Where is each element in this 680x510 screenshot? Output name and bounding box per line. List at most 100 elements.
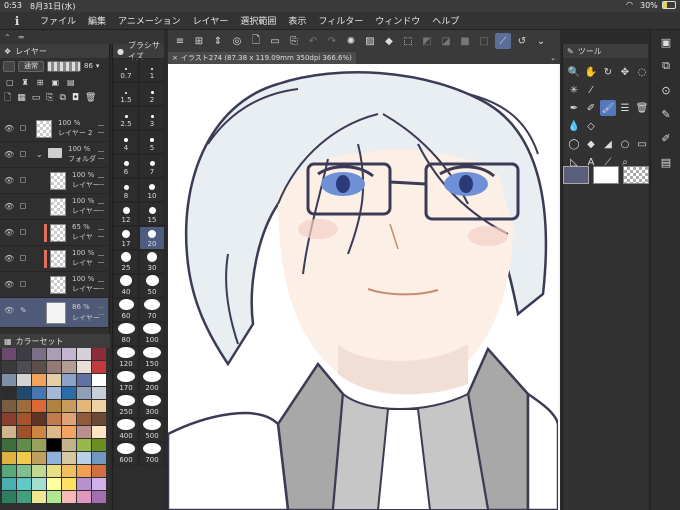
layer-color-box[interactable] bbox=[3, 60, 15, 72]
color-swatch[interactable] bbox=[62, 452, 76, 464]
eyedropper-icon[interactable]: ⁄ bbox=[583, 82, 599, 98]
layer-row[interactable]: 👁 ⌄ 100 % フォルダ bbox=[0, 142, 108, 168]
brush-size-cell[interactable]: 1.5 bbox=[113, 82, 139, 106]
color-swatch[interactable] bbox=[62, 348, 76, 360]
eye-icon[interactable]: 👁 bbox=[4, 228, 14, 237]
camera-icon[interactable]: ◎ bbox=[229, 33, 245, 49]
brush-size-cell[interactable]: 600 bbox=[113, 442, 139, 466]
layer-row[interactable]: 👁 100 % レイヤー bbox=[0, 272, 108, 298]
menu-view[interactable]: 表示 bbox=[282, 14, 312, 27]
brush-size-cell[interactable]: 170 bbox=[113, 370, 139, 394]
color-swatch[interactable] bbox=[47, 478, 61, 490]
color-swatch[interactable] bbox=[77, 374, 91, 386]
color-swatch[interactable] bbox=[32, 452, 46, 464]
select-all-icon[interactable]: ■ bbox=[457, 33, 473, 49]
brush-size-cell[interactable]: 250 bbox=[113, 394, 139, 418]
panel-toggle-icon[interactable]: ▣ bbox=[651, 30, 680, 54]
menu-window[interactable]: ウィンドウ bbox=[369, 14, 426, 27]
layer-property-icon[interactable]: ▤ bbox=[651, 150, 680, 174]
eye-icon[interactable]: 👁 bbox=[4, 150, 14, 159]
redo-icon[interactable]: ↷ bbox=[324, 33, 340, 49]
zoom-icon[interactable]: 🔍 bbox=[566, 64, 582, 80]
brush-size-cell[interactable]: 400 bbox=[113, 418, 139, 442]
color-swatch[interactable] bbox=[77, 400, 91, 412]
close-tab-icon[interactable]: × bbox=[172, 54, 178, 62]
brush-size-cell[interactable]: 60 bbox=[113, 298, 139, 322]
magic-wand-icon[interactable]: ✳ bbox=[566, 82, 582, 98]
tab-menu-chevron-icon[interactable]: ⌄ bbox=[550, 54, 556, 62]
color-swatch[interactable] bbox=[32, 361, 46, 373]
menu-help[interactable]: ヘルプ bbox=[426, 14, 465, 27]
color-swatch[interactable] bbox=[92, 452, 106, 464]
color-swatch[interactable] bbox=[92, 348, 106, 360]
color-swatch[interactable] bbox=[77, 491, 91, 503]
layer-checkbox[interactable] bbox=[20, 229, 26, 235]
color-swatch[interactable] bbox=[17, 491, 31, 503]
color-swatch[interactable] bbox=[17, 400, 31, 412]
color-swatch[interactable] bbox=[77, 439, 91, 451]
layer-checkbox[interactable] bbox=[20, 151, 26, 157]
scroll-icon[interactable]: ⇕ bbox=[210, 33, 226, 49]
menu-layer[interactable]: レイヤー bbox=[187, 14, 235, 27]
brush-size-cell[interactable]: 17 bbox=[113, 226, 139, 250]
color-swatch[interactable] bbox=[32, 374, 46, 386]
color-swatch[interactable] bbox=[77, 348, 91, 360]
new-raster-layer-icon[interactable]: 🗋 bbox=[4, 90, 11, 106]
brush-size-cell[interactable]: 40 bbox=[113, 274, 139, 298]
eye-icon[interactable]: 👁 bbox=[4, 176, 14, 185]
brush-size-cell[interactable]: 150 bbox=[139, 346, 165, 370]
eye-icon[interactable]: 👁 bbox=[4, 202, 14, 211]
drag-handle-icon[interactable] bbox=[98, 281, 104, 289]
property-icon[interactable]: ⧉ bbox=[651, 54, 680, 78]
color-swatch[interactable] bbox=[17, 348, 31, 360]
layer-checkbox[interactable] bbox=[20, 177, 26, 183]
rotate-icon[interactable]: ↻ bbox=[600, 64, 616, 80]
color-swatch[interactable] bbox=[47, 413, 61, 425]
ruler-icon[interactable]: ⟋ bbox=[495, 33, 511, 49]
menu-selection[interactable]: 選択範囲 bbox=[234, 14, 282, 27]
color-swatch[interactable] bbox=[92, 439, 106, 451]
color-swatch[interactable] bbox=[77, 426, 91, 438]
color-swatch[interactable] bbox=[77, 413, 91, 425]
menu-filter[interactable]: フィルター bbox=[312, 14, 369, 27]
deselect-icon[interactable]: ◩ bbox=[419, 33, 435, 49]
color-swatch[interactable] bbox=[62, 374, 76, 386]
color-swatch[interactable] bbox=[77, 387, 91, 399]
merge-layer-icon[interactable]: ⧉ bbox=[59, 93, 65, 103]
color-swatch[interactable] bbox=[17, 478, 31, 490]
clip-icon[interactable]: ▢ bbox=[6, 78, 14, 87]
layer-row[interactable]: 👁 100 % レイヤー 2 bbox=[0, 116, 108, 142]
brush-settings-icon[interactable]: ✐ bbox=[651, 126, 680, 150]
drag-handle-icon[interactable] bbox=[98, 255, 104, 263]
menu-edit[interactable]: 編集 bbox=[82, 14, 112, 27]
layer-mask-icon[interactable]: ◘ bbox=[72, 93, 79, 103]
clear-icon[interactable]: ▨ bbox=[362, 33, 378, 49]
color-swatch[interactable] bbox=[2, 374, 16, 386]
color-swatch[interactable] bbox=[92, 413, 106, 425]
color-swatch[interactable] bbox=[92, 465, 106, 477]
fill-icon[interactable]: ◆ bbox=[381, 33, 397, 49]
color-swatch[interactable] bbox=[2, 413, 16, 425]
color-swatch[interactable] bbox=[17, 413, 31, 425]
color-swatch[interactable] bbox=[32, 400, 46, 412]
drag-handle-icon[interactable] bbox=[98, 203, 104, 211]
blend-mode-select[interactable]: 通常 bbox=[18, 60, 44, 72]
brush-size-cell[interactable]: 3 bbox=[139, 106, 165, 130]
panel-handle-icon[interactable]: ═ bbox=[19, 33, 24, 42]
grid-icon[interactable]: ⊞ bbox=[191, 33, 207, 49]
brush-size-cell[interactable]: 4 bbox=[113, 130, 139, 154]
selection-pen-icon[interactable]: ◯ bbox=[566, 136, 582, 152]
color-swatch[interactable] bbox=[92, 400, 106, 412]
color-swatch[interactable] bbox=[77, 478, 91, 490]
color-swatch[interactable] bbox=[32, 387, 46, 399]
mask-icon[interactable]: □ bbox=[476, 33, 492, 49]
color-swatch[interactable] bbox=[92, 491, 106, 503]
brush-size-cell[interactable]: 8 bbox=[113, 178, 139, 202]
chevron-down-icon[interactable]: ⌄ bbox=[36, 150, 43, 159]
color-swatch[interactable] bbox=[2, 478, 16, 490]
color-swatch[interactable] bbox=[32, 348, 46, 360]
drag-handle-icon[interactable] bbox=[98, 229, 104, 237]
brush-size-cell[interactable]: 6 bbox=[113, 154, 139, 178]
delete-layer-icon[interactable]: 🗑 bbox=[85, 93, 96, 103]
eye-icon[interactable]: 👁 bbox=[4, 306, 14, 315]
